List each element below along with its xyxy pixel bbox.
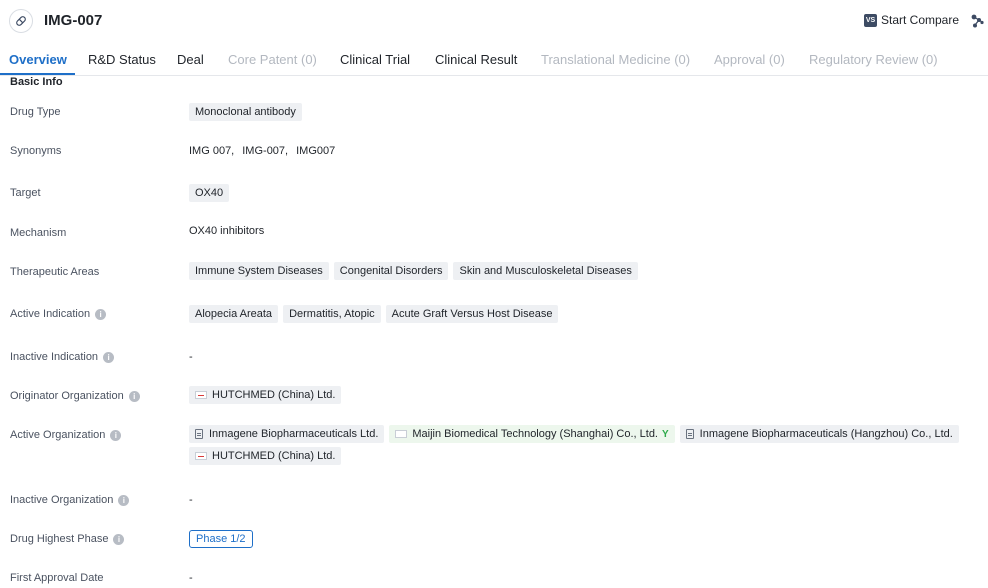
tab-approval[interactable]: Approval (0) — [714, 52, 785, 67]
value-drug-type: Monoclonal antibody — [189, 103, 307, 121]
mechanism-text: OX40 inhibitors — [189, 225, 264, 237]
value-inactive-indication: - — [189, 351, 193, 363]
value-mechanism: OX40 inhibitors — [189, 225, 264, 237]
start-compare-button[interactable]: VS Start Compare — [864, 13, 959, 27]
hutchmed-logo-icon — [195, 452, 207, 460]
value-synonyms: IMG 007, IMG-007, IMG007 — [189, 145, 343, 157]
therapeutic-area-chip: Congenital Disorders — [334, 262, 449, 280]
inactive-indication-text: - — [189, 351, 193, 363]
info-icon[interactable]: i — [95, 309, 106, 320]
tab-clinical-result[interactable]: Clinical Result — [435, 52, 517, 67]
tab-clinical-trial[interactable]: Clinical Trial — [340, 52, 410, 67]
indication-chip[interactable]: Acute Graft Versus Host Disease — [386, 305, 559, 323]
tab-overview[interactable]: Overview — [9, 52, 67, 67]
inactive-organization-text: - — [189, 494, 193, 506]
start-compare-label: Start Compare — [881, 13, 959, 27]
info-icon[interactable]: i — [118, 495, 129, 506]
header-bar: IMG-007 VS Start Compare — [0, 0, 988, 44]
pill-icon — [9, 9, 33, 33]
building-icon — [686, 429, 694, 439]
value-target: OX40 — [189, 184, 234, 202]
value-first-approval-date: - — [189, 572, 193, 584]
organization-chip[interactable]: HUTCHMED (China) Ltd. — [189, 386, 341, 404]
tab-translational-medicine[interactable]: Translational Medicine (0) — [541, 52, 690, 67]
active-tab-indicator — [0, 73, 75, 75]
therapeutic-area-chip: Skin and Musculoskeletal Diseases — [453, 262, 637, 280]
first-approval-date-text: - — [189, 572, 193, 584]
tab-regulatory-review[interactable]: Regulatory Review (0) — [809, 52, 938, 67]
synonym-item: IMG-007, — [242, 145, 288, 157]
label-drug-highest-phase: Drug Highest Phase i — [10, 533, 124, 545]
label-target: Target — [10, 187, 41, 199]
network-graph-icon[interactable] — [970, 13, 984, 34]
label-inactive-indication: Inactive Indication i — [10, 351, 114, 363]
section-title-basic-info: Basic Info — [10, 76, 63, 88]
hutchmed-logo-icon — [195, 391, 207, 399]
tab-rd-status[interactable]: R&D Status — [88, 52, 156, 67]
organization-chip[interactable]: Maijin Biomedical Technology (Shanghai) … — [389, 425, 674, 443]
label-inactive-organization: Inactive Organization i — [10, 494, 129, 506]
organization-chip[interactable]: Inmagene Biopharmaceuticals Ltd. — [189, 425, 384, 443]
value-inactive-organization: - — [189, 494, 193, 506]
phase-badge: Phase 1/2 — [189, 530, 253, 548]
compare-icon: VS — [864, 14, 877, 27]
indication-chip[interactable]: Dermatitis, Atopic — [283, 305, 381, 323]
value-active-organization-line2: HUTCHMED (China) Ltd. — [189, 447, 346, 465]
synonym-item: IMG 007, — [189, 145, 234, 157]
value-active-organization-line1: Inmagene Biopharmaceuticals Ltd. Maijin … — [189, 425, 964, 443]
target-chip[interactable]: OX40 — [189, 184, 229, 202]
value-active-indication: Alopecia Areata Dermatitis, Atopic Acute… — [189, 305, 563, 323]
label-synonyms: Synonyms — [10, 145, 61, 157]
building-icon — [195, 429, 203, 439]
label-active-indication: Active Indication i — [10, 308, 106, 320]
drug-type-chip: Monoclonal antibody — [189, 103, 302, 121]
therapeutic-area-chip: Immune System Diseases — [189, 262, 329, 280]
label-mechanism: Mechanism — [10, 227, 66, 239]
value-therapeutic-areas: Immune System Diseases Congenital Disord… — [189, 262, 643, 280]
info-icon[interactable]: i — [103, 352, 114, 363]
info-icon[interactable]: i — [129, 391, 140, 402]
maijin-logo-icon — [395, 430, 407, 438]
organization-chip[interactable]: Inmagene Biopharmaceuticals (Hangzhou) C… — [680, 425, 959, 443]
page-title: IMG-007 — [44, 12, 102, 29]
tab-core-patent[interactable]: Core Patent (0) — [228, 52, 317, 67]
indication-chip[interactable]: Alopecia Areata — [189, 305, 278, 323]
info-icon[interactable]: i — [113, 534, 124, 545]
value-drug-highest-phase: Phase 1/2 — [189, 530, 253, 548]
value-originator-organization: HUTCHMED (China) Ltd. — [189, 386, 346, 404]
label-first-approval-date: First Approval Date — [10, 572, 104, 584]
label-therapeutic-areas: Therapeutic Areas — [10, 266, 99, 278]
label-originator-organization: Originator Organization i — [10, 390, 140, 402]
label-drug-type: Drug Type — [10, 106, 61, 118]
label-active-organization: Active Organization i — [10, 429, 121, 441]
info-icon[interactable]: i — [110, 430, 121, 441]
tab-deal[interactable]: Deal — [177, 52, 204, 67]
synonym-item: IMG007 — [296, 145, 335, 157]
tab-bar: Overview R&D Status Deal Core Patent (0)… — [0, 44, 988, 76]
sprout-icon: Y — [662, 429, 669, 440]
organization-chip[interactable]: HUTCHMED (China) Ltd. — [189, 447, 341, 465]
